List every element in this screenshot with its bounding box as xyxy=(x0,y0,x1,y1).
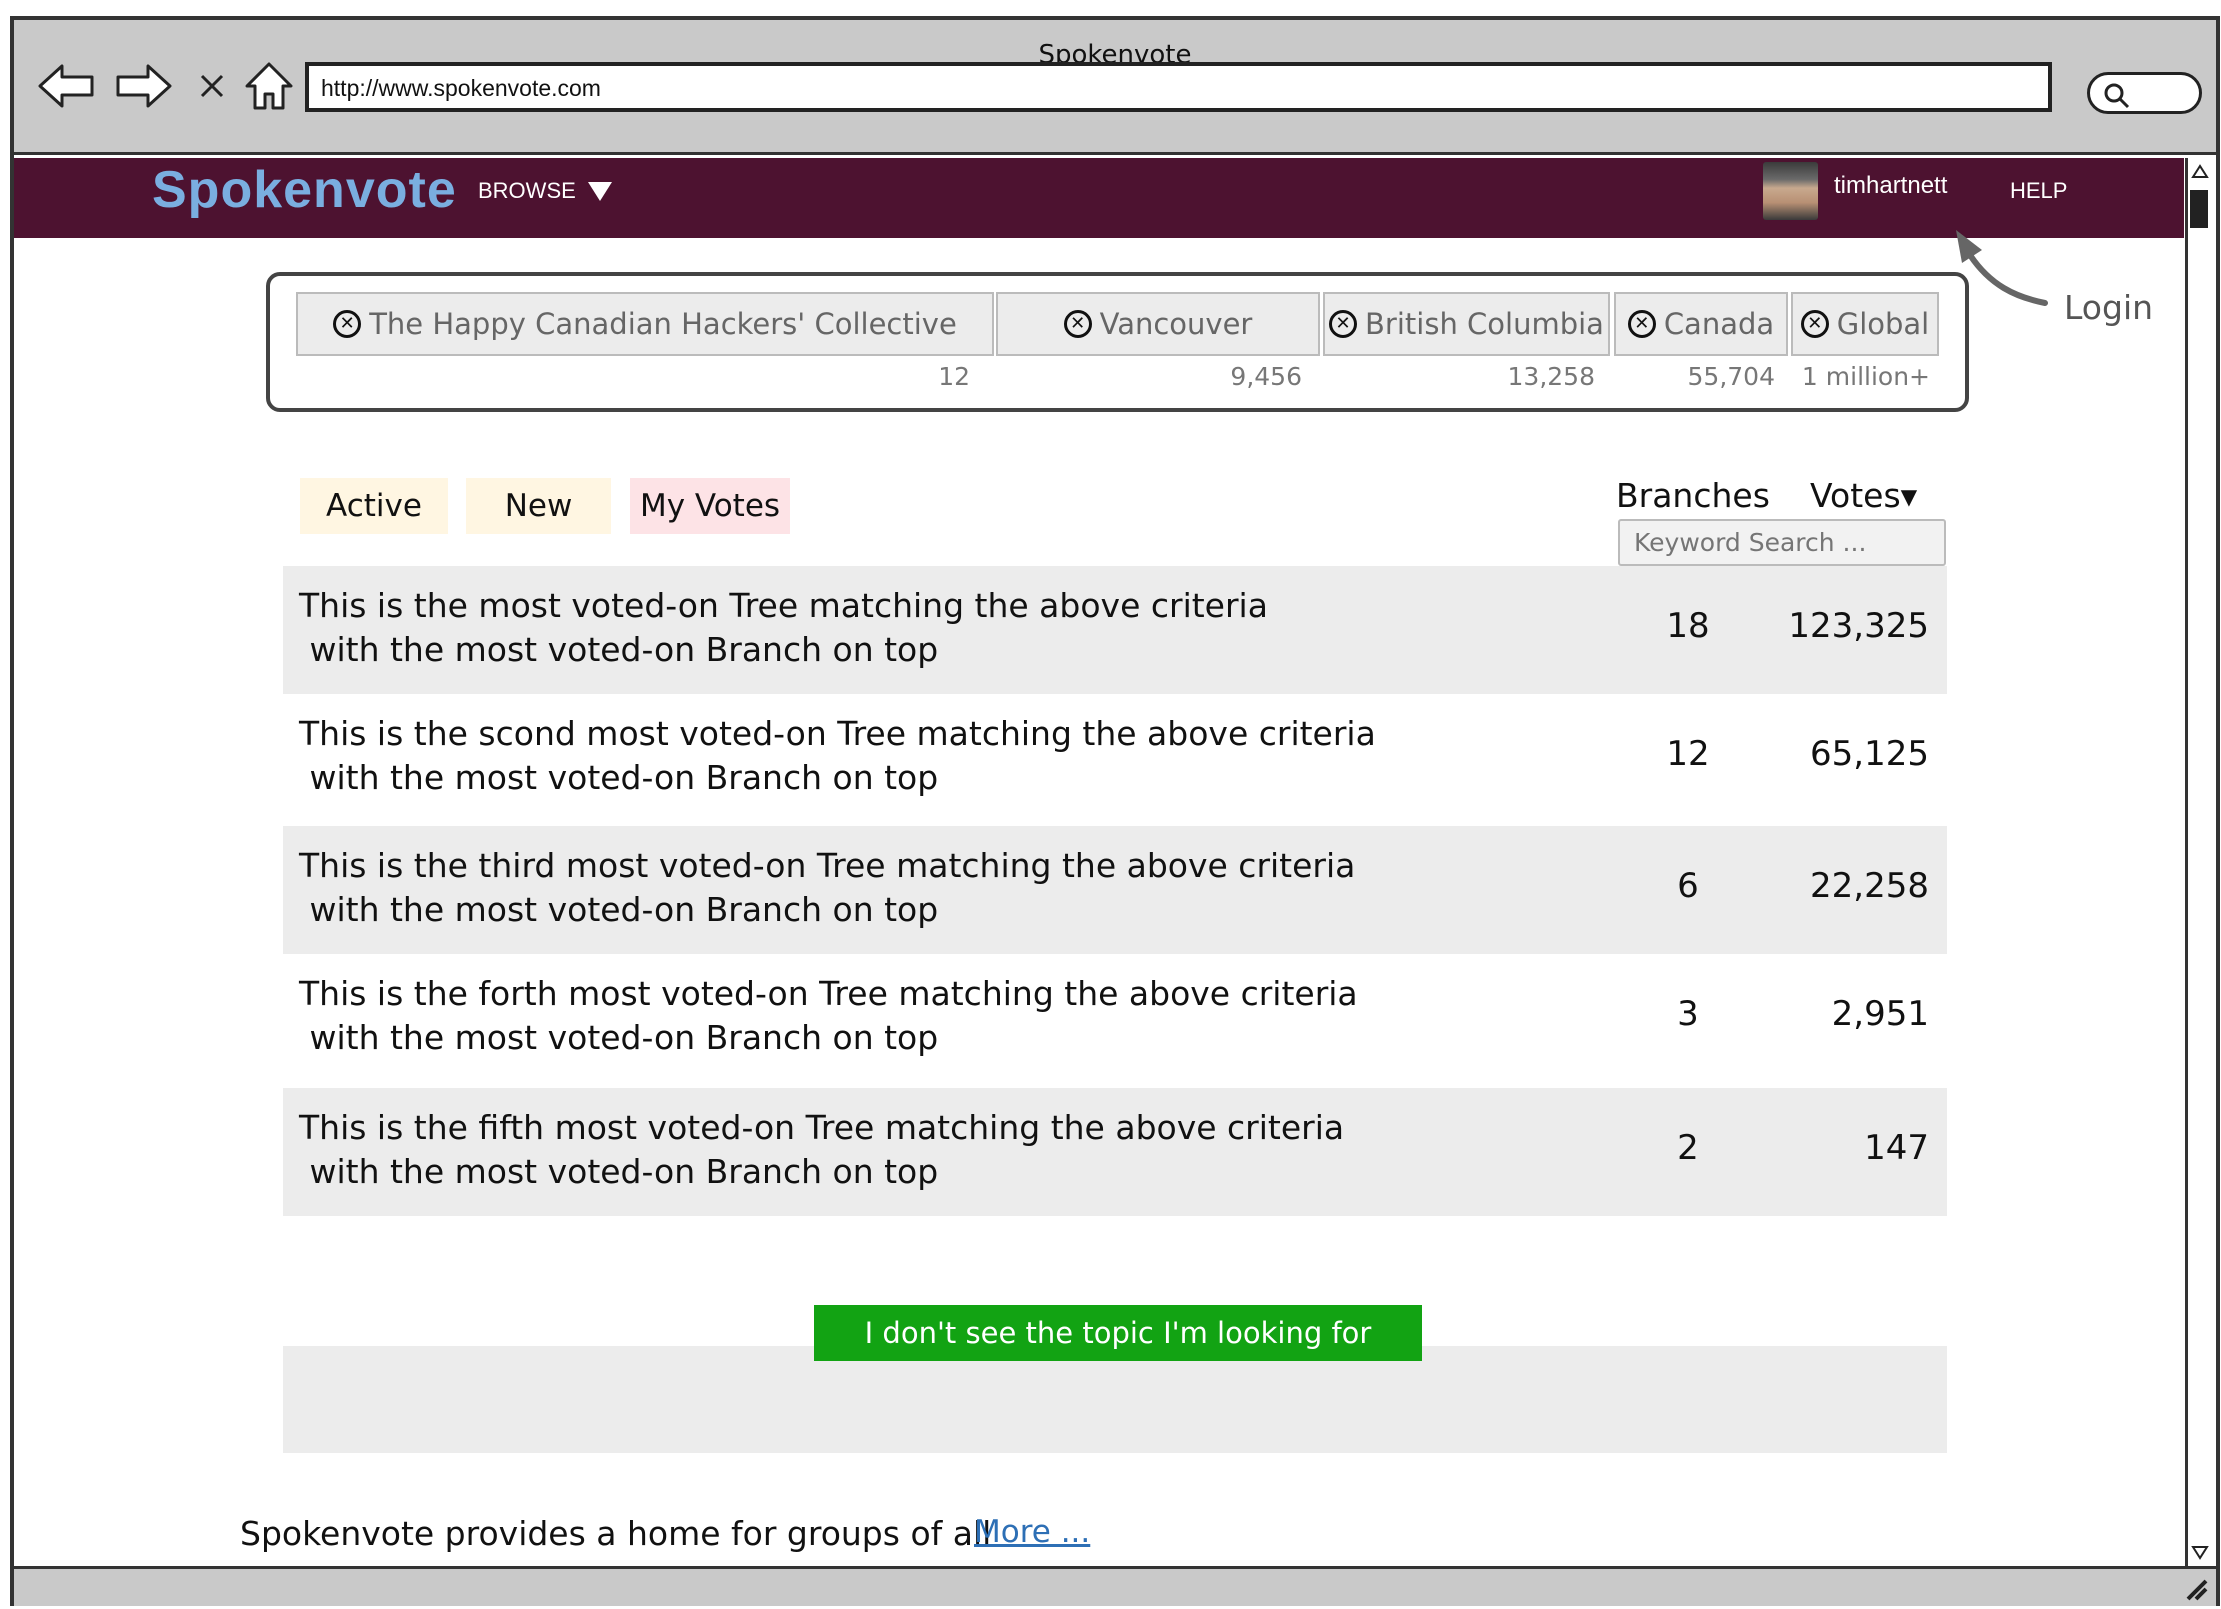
home-icon xyxy=(245,62,293,110)
avatar[interactable] xyxy=(1763,162,1818,220)
scroll-up-icon xyxy=(2191,164,2209,178)
vertical-scrollbar[interactable] xyxy=(2185,158,2213,1566)
tree-title[interactable]: This is the forth most voted-on Tree mat… xyxy=(299,972,1358,1060)
remove-icon[interactable]: ✕ xyxy=(1627,310,1656,338)
help-link[interactable]: HELP xyxy=(2010,178,2067,204)
branches-count: 3 xyxy=(1677,994,1699,1034)
table-row[interactable]: This is the forth most voted-on Tree mat… xyxy=(283,954,1947,1082)
branches-count: 12 xyxy=(1666,734,1710,774)
table-row[interactable]: This is the scond most voted-on Tree mat… xyxy=(283,694,1947,822)
table-row[interactable]: This is the third most voted-on Tree mat… xyxy=(283,826,1947,954)
browse-label: BROWSE xyxy=(478,178,576,203)
forward-button[interactable] xyxy=(112,58,176,114)
votes-count: 2,951 xyxy=(1831,994,1929,1034)
votes-column-header[interactable]: Votes▾ xyxy=(1810,476,1917,515)
branches-count: 18 xyxy=(1666,606,1710,646)
footer-text: Spokenvote provides a home for groups of… xyxy=(240,1514,992,1553)
keyword-search-input[interactable] xyxy=(1618,519,1946,566)
scope-chip-global[interactable]: ✕ Global xyxy=(1791,292,1939,356)
votes-count: 22,258 xyxy=(1810,866,1929,906)
table-row[interactable]: This is the most voted-on Tree matching … xyxy=(283,566,1947,694)
brand-logo[interactable]: Spokenvote xyxy=(152,160,457,220)
close-icon xyxy=(200,74,224,98)
scope-count: 9,456 xyxy=(1230,362,1302,391)
remove-icon[interactable]: ✕ xyxy=(1063,310,1092,338)
back-arrow-icon xyxy=(38,64,94,108)
scope-label: Canada xyxy=(1663,307,1775,341)
scope-label: Global xyxy=(1836,307,1930,341)
stop-button[interactable] xyxy=(192,58,232,114)
caret-down-icon xyxy=(587,182,612,201)
search-icon xyxy=(2104,83,2130,109)
username-link[interactable]: timhartnett xyxy=(1834,172,1947,200)
scroll-down-icon xyxy=(2191,1546,2209,1560)
branches-count: 6 xyxy=(1677,866,1699,906)
votes-count: 123,325 xyxy=(1788,606,1929,646)
scope-count: 1 million+ xyxy=(1801,362,1930,391)
tab-my-votes[interactable]: My Votes xyxy=(630,478,790,534)
browser-status-bar xyxy=(14,1566,2216,1606)
back-button[interactable] xyxy=(34,58,98,114)
new-topic-area xyxy=(283,1346,1947,1453)
scroll-thumb[interactable] xyxy=(2190,190,2208,228)
tree-title[interactable]: This is the third most voted-on Tree mat… xyxy=(299,844,1355,932)
missing-topic-button[interactable]: I don't see the topic I'm looking for xyxy=(814,1305,1422,1361)
tab-active[interactable]: Active xyxy=(300,478,448,534)
tab-new[interactable]: New xyxy=(466,478,611,534)
login-annotation: Login xyxy=(2064,288,2154,327)
scope-count: 13,258 xyxy=(1507,362,1595,391)
scope-chip-canada[interactable]: ✕ Canada xyxy=(1614,292,1788,356)
more-link[interactable]: More ... xyxy=(974,1514,1090,1550)
remove-icon[interactable]: ✕ xyxy=(1800,310,1829,338)
scope-label: British Columbia xyxy=(1365,307,1604,341)
tree-title[interactable]: This is the fifth most voted-on Tree mat… xyxy=(299,1106,1344,1194)
forward-arrow-icon xyxy=(116,64,172,108)
browse-menu[interactable]: BROWSE xyxy=(478,178,614,204)
branches-column-header[interactable]: Branches xyxy=(1616,476,1770,515)
scope-chip-vancouver[interactable]: ✕ Vancouver xyxy=(996,292,1320,356)
home-button[interactable] xyxy=(242,58,296,114)
scope-label: The Happy Canadian Hackers' Collective xyxy=(369,307,957,341)
remove-icon[interactable]: ✕ xyxy=(1329,310,1358,338)
browser-search-field[interactable] xyxy=(2087,72,2202,114)
tree-title[interactable]: This is the most voted-on Tree matching … xyxy=(299,584,1268,672)
resize-grip-icon[interactable] xyxy=(2180,1573,2210,1603)
scope-chip-collective[interactable]: ✕ The Happy Canadian Hackers' Collective xyxy=(296,292,994,356)
table-row[interactable]: This is the fifth most voted-on Tree mat… xyxy=(283,1088,1947,1216)
scope-count: 12 xyxy=(938,362,970,391)
scope-chip-british-columbia[interactable]: ✕ British Columbia xyxy=(1323,292,1610,356)
votes-count: 65,125 xyxy=(1810,734,1929,774)
scope-label: Vancouver xyxy=(1099,307,1253,341)
scope-count: 55,704 xyxy=(1687,362,1775,391)
address-bar[interactable]: http://www.spokenvote.com xyxy=(305,62,2052,112)
tree-title[interactable]: This is the scond most voted-on Tree mat… xyxy=(299,712,1376,800)
branches-count: 2 xyxy=(1677,1128,1699,1168)
votes-count: 147 xyxy=(1864,1128,1929,1168)
remove-icon[interactable]: ✕ xyxy=(333,310,362,338)
